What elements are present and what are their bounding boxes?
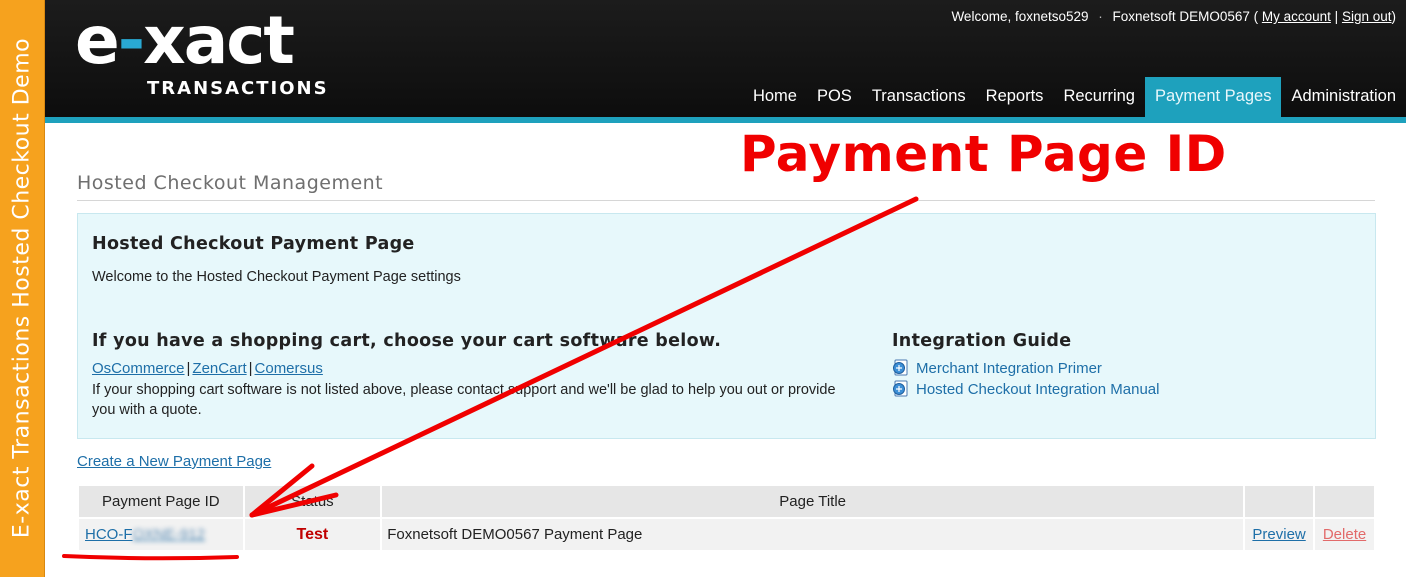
logo[interactable]: e-xact TRANSACTIONS bbox=[75, 6, 327, 102]
nav-transactions[interactable]: Transactions bbox=[862, 77, 976, 117]
delete-cell: Delete bbox=[1315, 519, 1374, 550]
merchant-primer-link[interactable]: Merchant Integration Primer bbox=[892, 359, 1102, 377]
logo-subtitle: TRANSACTIONS bbox=[147, 78, 329, 99]
page-title: Hosted Checkout Management bbox=[77, 172, 384, 194]
payment-page-id-blurred: OXNE-912 bbox=[132, 526, 206, 543]
payment-pages-table: Payment Page ID Status Page Title HCO-FO… bbox=[77, 484, 1376, 552]
logo-prefix: e bbox=[75, 2, 120, 79]
sign-out-link[interactable]: Sign out bbox=[1342, 9, 1392, 24]
table-header-row: Payment Page ID Status Page Title bbox=[79, 486, 1374, 517]
column-header-delete bbox=[1315, 486, 1374, 517]
cart-heading: If you have a shopping cart, choose your… bbox=[92, 331, 722, 351]
info-box: Hosted Checkout Payment Page Welcome to … bbox=[77, 213, 1376, 439]
document-icon bbox=[892, 359, 910, 376]
title-divider bbox=[77, 200, 1375, 201]
my-account-link[interactable]: My account bbox=[1262, 9, 1331, 24]
logo-wordmark: e-xact bbox=[75, 6, 295, 76]
nav-payment-pages[interactable]: Payment Pages bbox=[1144, 77, 1282, 117]
column-header-title: Page Title bbox=[382, 486, 1244, 517]
zencart-link[interactable]: ZenCart bbox=[192, 360, 246, 377]
side-banner-text: E-xact Transactions Hosted Checkout Demo bbox=[9, 37, 35, 539]
integration-guide-heading: Integration Guide bbox=[892, 331, 1072, 351]
user-bar: Welcome, foxnetso529 · Foxnetsoft DEMO05… bbox=[951, 9, 1396, 24]
column-header-id: Payment Page ID bbox=[79, 486, 243, 517]
pipe-separator: | bbox=[186, 360, 191, 377]
page-title-cell: Foxnetsoft DEMO0567 Payment Page bbox=[382, 519, 1244, 550]
document-icon bbox=[892, 380, 910, 397]
cart-links: OsCommerce | ZenCart | Comersus bbox=[92, 360, 323, 377]
pipe-separator: | bbox=[1334, 9, 1339, 24]
pipe-separator: | bbox=[248, 360, 253, 377]
integration-manual-label: Hosted Checkout Integration Manual bbox=[916, 381, 1160, 398]
info-heading: Hosted Checkout Payment Page bbox=[92, 234, 415, 254]
welcome-text: Welcome, foxnetso529 bbox=[951, 9, 1089, 24]
status-cell: Test bbox=[244, 519, 381, 550]
cart-note: If your shopping cart software is not li… bbox=[92, 382, 836, 418]
header-accent-strip bbox=[45, 117, 1406, 123]
user-bar-separator: · bbox=[1098, 9, 1103, 24]
column-header-status: Status bbox=[244, 486, 381, 517]
nav-pos[interactable]: POS bbox=[807, 77, 862, 117]
logo-dash: - bbox=[117, 2, 145, 79]
close-paren: ) bbox=[1391, 9, 1397, 24]
payment-page-id-cell: HCO-FOXNE-912 bbox=[79, 519, 243, 550]
main-nav: Home POS Transactions Reports Recurring … bbox=[743, 77, 1406, 117]
logo-suffix: xact bbox=[143, 2, 295, 79]
nav-home[interactable]: Home bbox=[743, 77, 807, 117]
oscommerce-link[interactable]: OsCommerce bbox=[92, 360, 185, 377]
payment-page-id-link[interactable]: HCO-FOXNE-912 bbox=[85, 526, 205, 543]
merchant-primer-label: Merchant Integration Primer bbox=[916, 360, 1102, 377]
annotation-underline bbox=[62, 554, 239, 561]
delete-link[interactable]: Delete bbox=[1323, 526, 1366, 543]
comersus-link[interactable]: Comersus bbox=[255, 360, 323, 377]
preview-cell: Preview bbox=[1245, 519, 1314, 550]
nav-recurring[interactable]: Recurring bbox=[1053, 77, 1145, 117]
info-welcome-text: Welcome to the Hosted Checkout Payment P… bbox=[92, 269, 461, 285]
column-header-preview bbox=[1245, 486, 1314, 517]
header: e-xact TRANSACTIONS Welcome, foxnetso529… bbox=[45, 0, 1406, 117]
preview-link[interactable]: Preview bbox=[1252, 526, 1305, 543]
nav-administration[interactable]: Administration bbox=[1281, 77, 1406, 117]
account-name: Foxnetsoft DEMO0567 ( bbox=[1112, 9, 1259, 24]
payment-page-id-visible: HCO-F bbox=[85, 526, 133, 543]
nav-reports[interactable]: Reports bbox=[976, 77, 1054, 117]
integration-manual-link[interactable]: Hosted Checkout Integration Manual bbox=[892, 380, 1159, 398]
create-payment-page-link[interactable]: Create a New Payment Page bbox=[77, 453, 271, 470]
table-row: HCO-FOXNE-912 Test Foxnetsoft DEMO0567 P… bbox=[79, 519, 1374, 550]
side-banner: E-xact Transactions Hosted Checkout Demo bbox=[0, 0, 45, 577]
annotation-label: Payment Page ID bbox=[740, 125, 1227, 183]
